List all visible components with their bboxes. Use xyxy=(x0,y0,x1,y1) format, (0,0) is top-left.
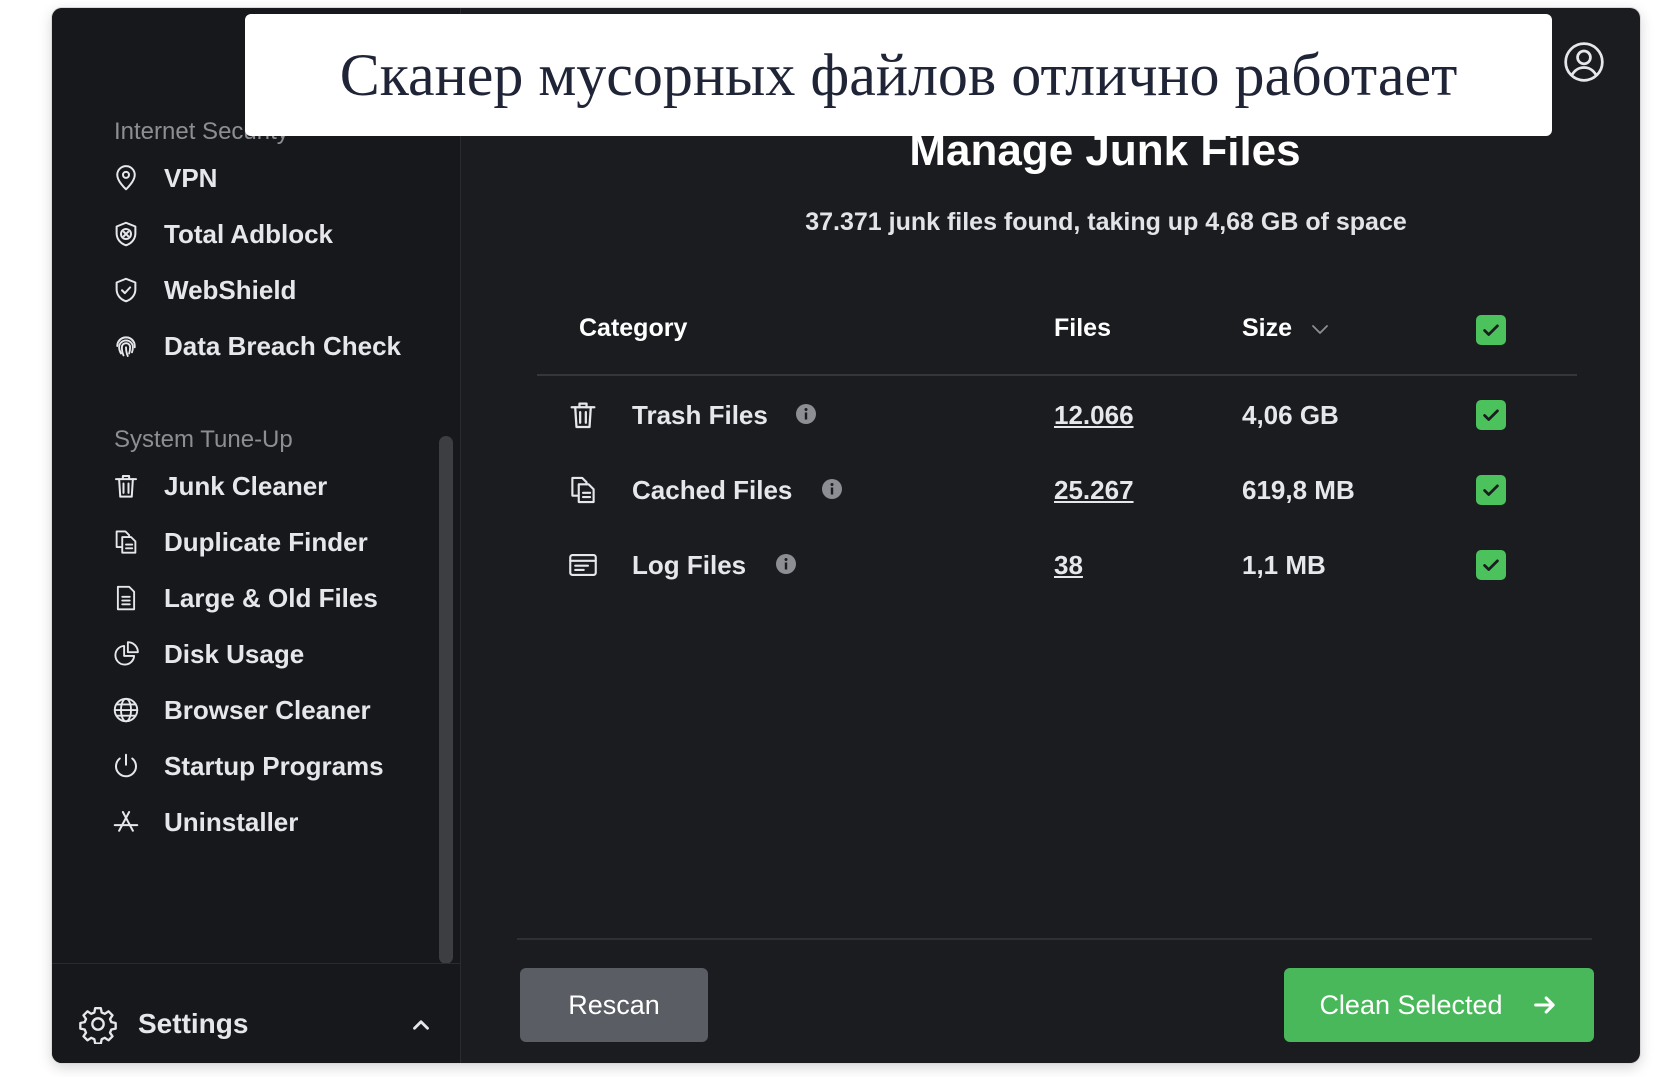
sidebar-item-label: Total Adblock xyxy=(164,218,333,249)
row-size: 1,1 MB xyxy=(1242,550,1326,580)
row-checkbox[interactable] xyxy=(1476,400,1506,430)
sidebar-item-label: VPN xyxy=(164,162,218,193)
info-icon[interactable] xyxy=(820,477,844,501)
app-store-icon xyxy=(110,806,142,838)
caption-banner: Сканер мусорных файлов отлично работает xyxy=(245,14,1552,136)
sidebar-item-label: Disk Usage xyxy=(164,638,305,669)
row-category: Cached Files xyxy=(632,475,793,505)
row-files-link[interactable]: 12.066 xyxy=(1054,400,1134,431)
row-category: Log Files xyxy=(632,550,747,580)
caption-text: Сканер мусорных файлов отлично работает xyxy=(339,41,1458,108)
table-header-divider xyxy=(537,374,1577,376)
column-header-size[interactable]: Size xyxy=(1242,314,1332,343)
trash-icon xyxy=(570,402,596,429)
sidebar-item-webshield[interactable]: WebShield xyxy=(110,266,440,314)
sidebar-item-total-adblock[interactable]: Total Adblock xyxy=(110,210,440,258)
checkmark-icon xyxy=(1483,324,1499,336)
arrow-right-icon xyxy=(1533,996,1555,1014)
cached-files-icon xyxy=(571,476,595,504)
row-files-link[interactable]: 38 xyxy=(1054,550,1083,581)
scan-summary: 37.371 junk files found, taking up 4,68 … xyxy=(805,208,1407,236)
row-files-link[interactable]: 25.267 xyxy=(1054,475,1134,506)
sidebar-item-label: Data Breach Check xyxy=(164,330,401,361)
clean-selected-label: Clean Selected xyxy=(1319,989,1503,1020)
fingerprint-icon xyxy=(110,330,142,362)
rescan-button[interactable]: Rescan xyxy=(520,968,708,1042)
settings-bar[interactable]: Settings xyxy=(52,963,460,1063)
checkmark-icon xyxy=(1483,409,1499,421)
sidebar-item-data-breach-check[interactable]: Data Breach Check xyxy=(110,322,440,370)
shield-check-icon xyxy=(110,274,142,306)
info-icon[interactable] xyxy=(774,552,798,576)
sidebar-item-label: Browser Cleaner xyxy=(164,694,371,725)
sidebar-item-label: Startup Programs xyxy=(164,750,384,781)
footer-divider xyxy=(517,938,1592,940)
account-icon[interactable] xyxy=(1562,40,1606,84)
column-header-size-label: Size xyxy=(1242,314,1293,342)
table-row: Log Files 38 1,1 MB xyxy=(52,536,1640,596)
select-all-checkbox[interactable] xyxy=(1476,315,1506,345)
table-row: Cached Files 25.267 619,8 MB xyxy=(52,461,1640,521)
row-checkbox[interactable] xyxy=(1476,550,1506,580)
settings-label: Settings xyxy=(138,1008,249,1039)
table-row: Trash Files 12.066 4,06 GB xyxy=(52,386,1640,446)
app-window: Internet Security VPN Total Adblock WebS… xyxy=(52,8,1640,1063)
location-pin-icon xyxy=(110,162,142,194)
sidebar-item-label: Uninstaller xyxy=(164,806,299,837)
globe-icon xyxy=(110,694,142,726)
checkmark-icon xyxy=(1483,559,1499,571)
row-size: 4,06 GB xyxy=(1242,400,1339,430)
row-checkbox[interactable] xyxy=(1476,475,1506,505)
chevron-down-icon xyxy=(1312,324,1328,334)
chevron-up-icon[interactable] xyxy=(408,1012,434,1038)
column-header-category: Category xyxy=(579,314,688,342)
row-category: Trash Files xyxy=(632,400,768,430)
sidebar-item-disk-usage[interactable]: Disk Usage xyxy=(110,630,440,678)
shield-x-icon xyxy=(110,218,142,250)
sidebar-item-vpn[interactable]: VPN xyxy=(110,154,440,202)
clean-selected-button[interactable]: Clean Selected xyxy=(1284,968,1594,1042)
checkmark-icon xyxy=(1483,484,1499,496)
pie-chart-icon xyxy=(110,638,142,670)
log-files-icon xyxy=(569,554,597,576)
page-title: Manage Junk Files xyxy=(909,126,1301,175)
info-icon[interactable] xyxy=(794,402,818,426)
row-size: 619,8 MB xyxy=(1242,475,1355,505)
column-header-files: Files xyxy=(1054,314,1111,342)
sidebar-item-uninstaller[interactable]: Uninstaller xyxy=(110,798,440,846)
sidebar-item-label: WebShield xyxy=(164,274,297,305)
gear-icon xyxy=(79,1007,117,1044)
sidebar-item-startup-programs[interactable]: Startup Programs xyxy=(110,742,440,790)
sidebar-item-browser-cleaner[interactable]: Browser Cleaner xyxy=(110,686,440,734)
power-icon xyxy=(110,750,142,782)
